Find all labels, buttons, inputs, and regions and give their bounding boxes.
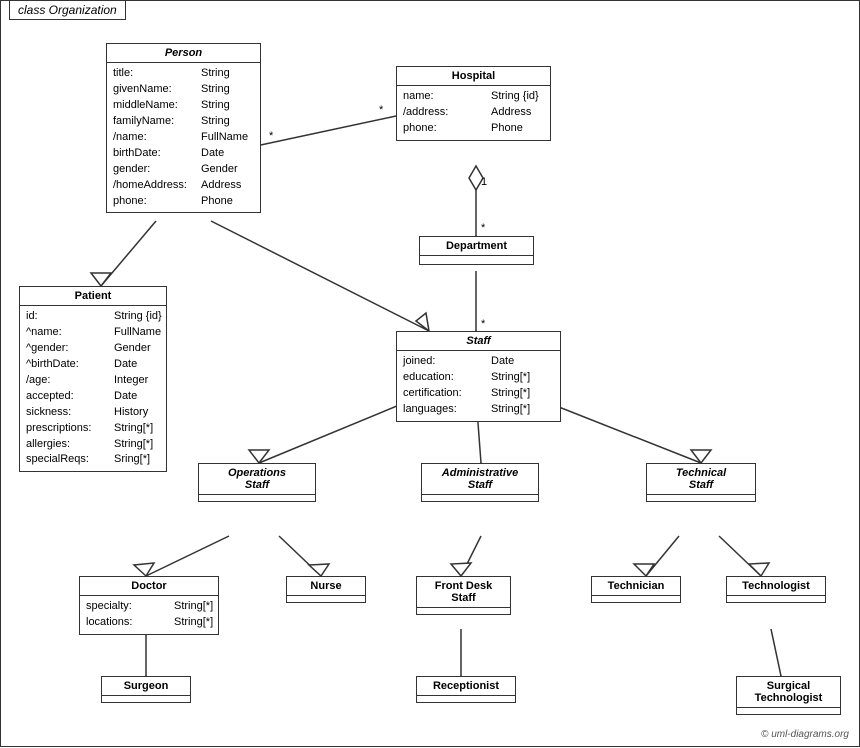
staff-class: Staff joined:Date education:String[*] ce… — [396, 331, 561, 422]
technologist-class: Technologist — [726, 576, 826, 603]
receptionist-body — [417, 696, 515, 702]
patient-header: Patient — [20, 287, 166, 306]
front-desk-staff-class: Front DeskStaff — [416, 576, 511, 615]
operations-staff-body — [199, 495, 315, 501]
hospital-class: Hospital name:String {id} /address:Addre… — [396, 66, 551, 141]
diagram-container: class Organization * * 1 * 1 * — [0, 0, 860, 747]
nurse-class: Nurse — [286, 576, 366, 603]
surgical-technologist-body — [737, 708, 840, 714]
staff-body: joined:Date education:String[*] certific… — [397, 351, 560, 421]
person-body: title:String givenName:String middleName… — [107, 63, 260, 212]
front-desk-staff-header: Front DeskStaff — [417, 577, 510, 608]
svg-text:1: 1 — [481, 176, 487, 188]
hospital-header: Hospital — [397, 67, 550, 86]
staff-header: Staff — [397, 332, 560, 351]
patient-body: id:String {id} ^name:FullName ^gender:Ge… — [20, 306, 166, 471]
patient-class: Patient id:String {id} ^name:FullName ^g… — [19, 286, 167, 472]
surgeon-body — [102, 696, 190, 702]
copyright: © uml-diagrams.org — [761, 729, 849, 740]
svg-text:*: * — [269, 130, 274, 142]
surgeon-class: Surgeon — [101, 676, 191, 703]
administrative-staff-header: AdministrativeStaff — [422, 464, 538, 495]
diagram-title: class Organization — [9, 1, 126, 20]
svg-text:*: * — [481, 318, 486, 330]
receptionist-class: Receptionist — [416, 676, 516, 703]
department-class: Department — [419, 236, 534, 265]
technologist-header: Technologist — [727, 577, 825, 596]
surgical-technologist-header: SurgicalTechnologist — [737, 677, 840, 708]
department-body — [420, 256, 533, 264]
technical-staff-body — [647, 495, 755, 501]
hospital-body: name:String {id} /address:Address phone:… — [397, 86, 550, 140]
technical-staff-header: TechnicalStaff — [647, 464, 755, 495]
person-class: Person title:String givenName:String mid… — [106, 43, 261, 213]
doctor-header: Doctor — [80, 577, 218, 596]
technologist-body — [727, 596, 825, 602]
technician-header: Technician — [592, 577, 680, 596]
department-header: Department — [420, 237, 533, 256]
svg-text:*: * — [481, 222, 486, 234]
surgical-technologist-class: SurgicalTechnologist — [736, 676, 841, 715]
person-header: Person — [107, 44, 260, 63]
front-desk-staff-body — [417, 608, 510, 614]
operations-staff-class: OperationsStaff — [198, 463, 316, 502]
administrative-staff-body — [422, 495, 538, 501]
technician-body — [592, 596, 680, 602]
nurse-header: Nurse — [287, 577, 365, 596]
svg-text:*: * — [379, 104, 384, 116]
administrative-staff-class: AdministrativeStaff — [421, 463, 539, 502]
technician-class: Technician — [591, 576, 681, 603]
technical-staff-class: TechnicalStaff — [646, 463, 756, 502]
doctor-body: specialty:String[*] locations:String[*] — [80, 596, 218, 634]
surgeon-header: Surgeon — [102, 677, 190, 696]
receptionist-header: Receptionist — [417, 677, 515, 696]
nurse-body — [287, 596, 365, 602]
operations-staff-header: OperationsStaff — [199, 464, 315, 495]
doctor-class: Doctor specialty:String[*] locations:Str… — [79, 576, 219, 635]
